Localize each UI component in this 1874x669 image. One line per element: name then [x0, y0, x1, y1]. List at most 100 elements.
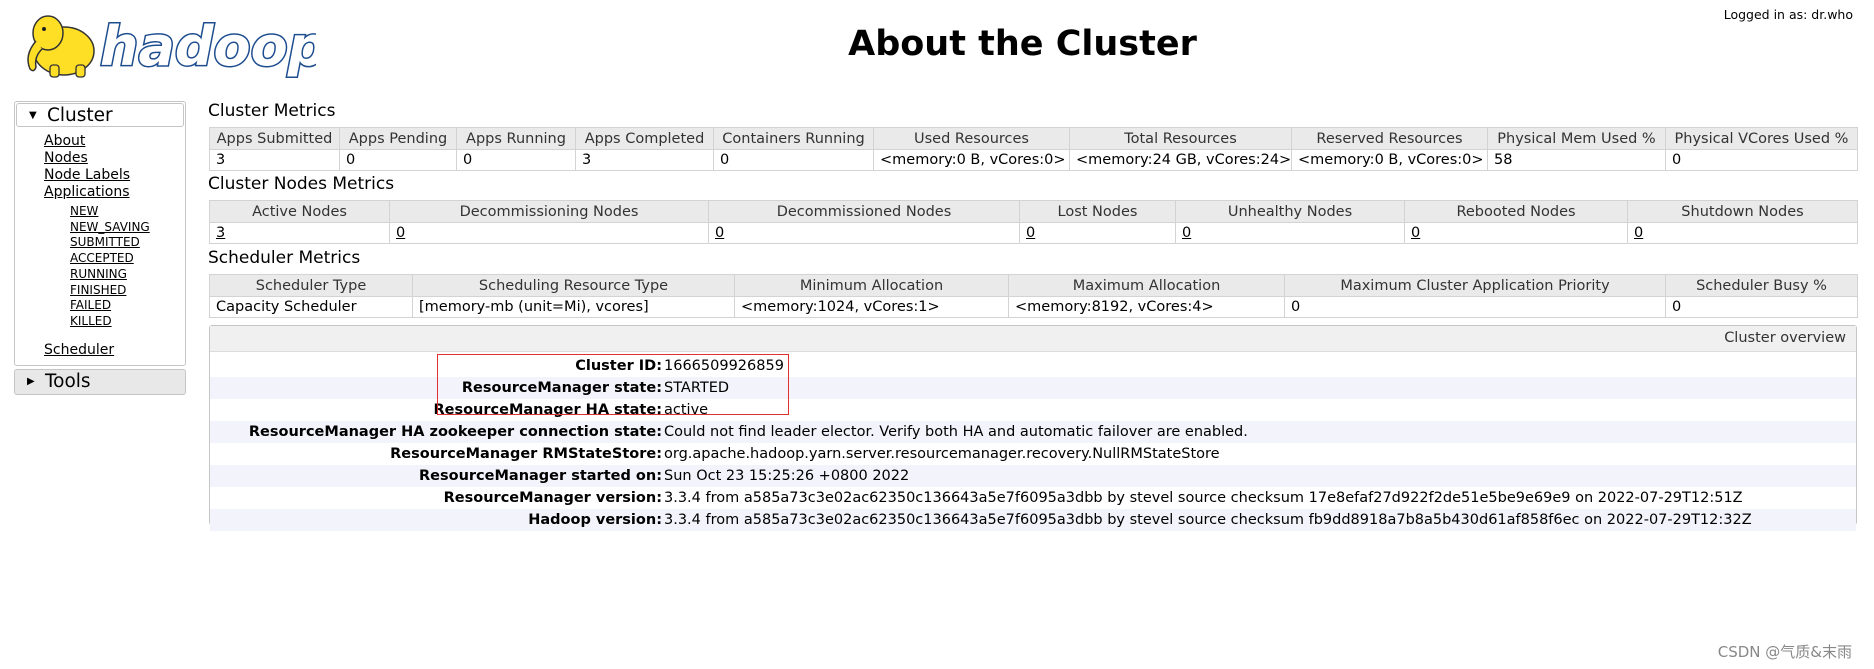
col-lost-nodes: Lost Nodes — [1019, 200, 1176, 223]
nav-link-applications[interactable]: Applications — [15, 184, 185, 201]
tools-nav-header[interactable]: ▶ Tools — [15, 370, 185, 394]
col-max-app-priority: Maximum Cluster Application Priority — [1284, 274, 1666, 297]
app-state-submitted[interactable]: SUBMITTED — [15, 235, 185, 251]
info-row-hadoop-version: Hadoop version: 3.3.4 from a585a73c3e02a… — [210, 509, 1856, 531]
scheduler-type-value: Capacity Scheduler — [209, 296, 413, 318]
col-apps-completed: Apps Completed — [575, 127, 714, 150]
caret-right-icon: ▶ — [27, 376, 35, 387]
cluster-overview-panel: Cluster overview Cluster ID: 16665099268… — [209, 325, 1857, 531]
cluster-metrics-table: Apps Submitted Apps Pending Apps Running… — [209, 127, 1858, 171]
nav-link-node-labels[interactable]: Node Labels — [15, 167, 185, 184]
col-scheduler-busy: Scheduler Busy % — [1665, 274, 1858, 297]
rebooted-nodes-link[interactable]: 0 — [1411, 225, 1420, 241]
lost-nodes-link[interactable]: 0 — [1026, 225, 1035, 241]
scheduling-resource-type-value: [memory-mb (unit=Mi), vcores] — [412, 296, 735, 318]
shutdown-nodes-link[interactable]: 0 — [1634, 225, 1643, 241]
info-value: 3.3.4 from a585a73c3e02ac62350c136643a5e… — [664, 490, 1743, 506]
caret-down-icon: ▼ — [29, 110, 37, 121]
info-value: Could not find leader elector. Verify bo… — [664, 424, 1248, 440]
app-state-failed[interactable]: FAILED — [15, 298, 185, 314]
app-state-new[interactable]: NEW — [15, 204, 185, 220]
scheduler-metrics-table: Scheduler Type Scheduling Resource Type … — [209, 274, 1858, 318]
info-row-rm-version: ResourceManager version: 3.3.4 from a585… — [210, 487, 1856, 509]
col-apps-running: Apps Running — [456, 127, 576, 150]
decommissioned-nodes-link[interactable]: 0 — [715, 225, 724, 241]
apps-pending-value: 0 — [339, 149, 457, 171]
physical-mem-used-value: 58 — [1487, 149, 1666, 171]
app-state-new-saving[interactable]: NEW_SAVING — [15, 220, 185, 236]
info-label: ResourceManager version: — [443, 490, 662, 506]
col-used-resources: Used Resources — [873, 127, 1070, 150]
info-label: ResourceManager HA state: — [433, 402, 662, 418]
lost-nodes-cell: 0 — [1019, 222, 1176, 244]
minimum-allocation-value: <memory:1024, vCores:1> — [734, 296, 1009, 318]
col-scheduler-type: Scheduler Type — [209, 274, 413, 297]
info-row-rm-state: ResourceManager state: STARTED — [210, 377, 1856, 399]
csdn-watermark: CSDN @气质&末雨 — [1717, 643, 1852, 661]
node-metrics-title: Cluster Nodes Metrics — [208, 174, 395, 194]
cluster-overview-header: Cluster overview — [210, 326, 1856, 352]
max-app-priority-value: 0 — [1284, 296, 1666, 318]
active-nodes-link[interactable]: 3 — [216, 225, 225, 241]
decommissioned-nodes-cell: 0 — [708, 222, 1020, 244]
table-row: 3 0 0 3 0 <memory:0 B, vCores:0> <memory… — [209, 149, 1858, 171]
cluster-nav: ▼ Cluster About Nodes Node Labels Applic… — [14, 101, 186, 366]
col-decommissioned-nodes: Decommissioned Nodes — [708, 200, 1020, 223]
nav-link-nodes[interactable]: Nodes — [15, 150, 185, 167]
shutdown-nodes-cell: 0 — [1627, 222, 1858, 244]
rebooted-nodes-cell: 0 — [1404, 222, 1628, 244]
info-row-rm-started-on: ResourceManager started on: Sun Oct 23 1… — [210, 465, 1856, 487]
app-state-links: NEW NEW_SAVING SUBMITTED ACCEPTED RUNNIN… — [15, 201, 185, 330]
scheduler-metrics-header-row: Scheduler Type Scheduling Resource Type … — [209, 274, 1858, 297]
containers-running-value: 0 — [713, 149, 874, 171]
unhealthy-nodes-cell: 0 — [1175, 222, 1405, 244]
tools-nav[interactable]: ▶ Tools — [14, 369, 186, 395]
info-value: Sun Oct 23 15:25:26 +0800 2022 — [664, 468, 910, 484]
page-title: About the Cluster — [848, 24, 1197, 64]
scheduler-metrics-title: Scheduler Metrics — [208, 248, 361, 268]
physical-vcores-used-value: 0 — [1665, 149, 1858, 171]
col-total-resources: Total Resources — [1069, 127, 1292, 150]
logged-in-user: Logged in as: dr.who — [1723, 7, 1853, 22]
apps-running-value: 0 — [456, 149, 576, 171]
info-label: ResourceManager HA zookeeper connection … — [248, 424, 662, 440]
info-value: 3.3.4 from a585a73c3e02ac62350c136643a5e… — [664, 512, 1752, 528]
apps-submitted-value: 3 — [209, 149, 340, 171]
maximum-allocation-value: <memory:8192, vCores:4> — [1008, 296, 1285, 318]
decommissioning-nodes-link[interactable]: 0 — [396, 225, 405, 241]
info-value: STARTED — [664, 380, 730, 396]
reserved-resources-value: <memory:0 B, vCores:0> — [1291, 149, 1488, 171]
info-row-zookeeper-state: ResourceManager HA zookeeper connection … — [210, 421, 1856, 443]
used-resources-value: <memory:0 B, vCores:0> — [873, 149, 1070, 171]
app-state-finished[interactable]: FINISHED — [15, 283, 185, 299]
nav-link-scheduler[interactable]: Scheduler — [15, 342, 185, 359]
app-state-accepted[interactable]: ACCEPTED — [15, 251, 185, 267]
col-shutdown-nodes: Shutdown Nodes — [1627, 200, 1858, 223]
col-maximum-allocation: Maximum Allocation — [1008, 274, 1285, 297]
app-state-running[interactable]: RUNNING — [15, 267, 185, 283]
col-decommissioning-nodes: Decommissioning Nodes — [389, 200, 709, 223]
cluster-nav-label: Cluster — [47, 105, 113, 126]
active-nodes-cell: 3 — [209, 222, 390, 244]
app-state-killed[interactable]: KILLED — [15, 314, 185, 330]
info-value: active — [664, 402, 709, 418]
col-physical-vcores-used: Physical VCores Used % — [1665, 127, 1858, 150]
unhealthy-nodes-link[interactable]: 0 — [1182, 225, 1191, 241]
info-row-rm-statestore: ResourceManager RMStateStore: org.apache… — [210, 443, 1856, 465]
cluster-metrics-header-row: Apps Submitted Apps Pending Apps Running… — [209, 127, 1858, 150]
info-label: Cluster ID: — [575, 358, 662, 374]
col-unhealthy-nodes: Unhealthy Nodes — [1175, 200, 1405, 223]
node-metrics-table: Active Nodes Decommissioning Nodes Decom… — [209, 200, 1858, 244]
info-label: ResourceManager RMStateStore: — [390, 446, 662, 462]
col-active-nodes: Active Nodes — [209, 200, 390, 223]
cluster-nav-header[interactable]: ▼ Cluster — [16, 103, 184, 127]
cluster-links: About Nodes Node Labels Applications — [15, 128, 185, 201]
table-row: 3 0 0 0 0 0 0 — [209, 222, 1858, 244]
info-label: ResourceManager state: — [461, 380, 662, 396]
col-scheduling-resource-type: Scheduling Resource Type — [412, 274, 735, 297]
col-physical-mem-used: Physical Mem Used % — [1487, 127, 1666, 150]
col-rebooted-nodes: Rebooted Nodes — [1404, 200, 1628, 223]
col-containers-running: Containers Running — [713, 127, 874, 150]
nav-link-about[interactable]: About — [15, 133, 185, 150]
col-apps-submitted: Apps Submitted — [209, 127, 340, 150]
